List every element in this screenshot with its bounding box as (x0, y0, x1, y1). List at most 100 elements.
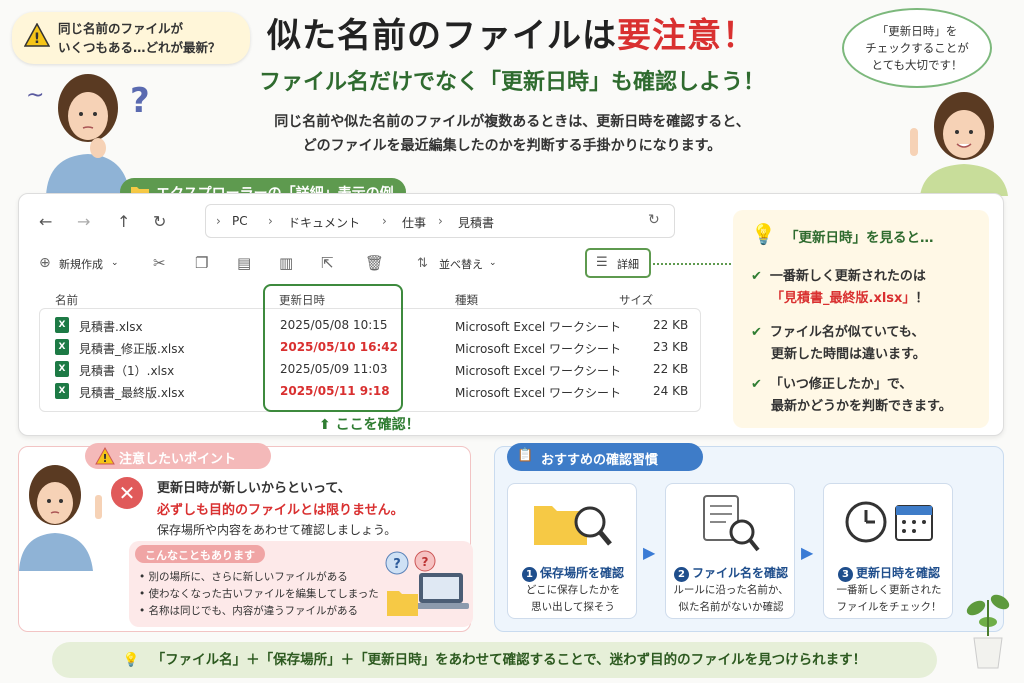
habit-title-text: ファイル名を確認 (691, 566, 788, 580)
example-text: 使わなくなった古いファイルを編集してしまった (148, 588, 379, 600)
copy-icon[interactable]: ❐ (195, 254, 208, 272)
checklist-icon: 📋 (517, 448, 534, 463)
step-number: 2 (673, 567, 689, 582)
excel-file-icon: X (55, 339, 69, 355)
potted-plant-illustration (962, 586, 1014, 670)
info-point-3-line-1: 「いつ修正したか」で、 (769, 377, 913, 392)
up-arrow-icon[interactable]: ↑ (117, 212, 130, 231)
examples-list: • 別の場所に、さらに新しいファイルがある • 使わなくなった古いファイルを編集… (139, 569, 379, 620)
examples-box: こんなこともあります • 別の場所に、さらに新しいファイルがある • 使わなくな… (129, 541, 473, 627)
details-view-button[interactable]: ☰ 詳細 (585, 248, 651, 278)
svg-text:?: ? (422, 555, 429, 569)
habit-desc: 一番新しく更新された ファイルをチェック！ (824, 582, 954, 616)
share-icon[interactable]: ⇱ (321, 254, 334, 272)
new-button[interactable]: 新規作成 (59, 256, 103, 272)
habit-desc-line: ルールに沿った名前か、 (673, 584, 789, 596)
file-type: Microsoft Excel ワークシート (455, 386, 622, 400)
cut-icon[interactable]: ✂ (153, 254, 166, 272)
back-arrow-icon[interactable]: ← (39, 212, 52, 231)
folder-search-icon (532, 496, 614, 552)
info-point-3: ✔ 「いつ修正したか」で、 最新かどうかを判断できます。 (751, 374, 952, 418)
breadcrumb-documents[interactable]: ドキュメント (288, 214, 360, 231)
error-x-icon: ✕ (111, 477, 143, 509)
caution-line-2: 必ずしも目的のファイルとは限りません。 (157, 503, 404, 518)
intro-line-1: 同じ名前や似た名前のファイルが複数あるときは、更新日時を確認すると、 (274, 114, 750, 130)
paste-icon[interactable]: ▤ (237, 254, 251, 272)
step-arrow-icon: ▶ (801, 543, 814, 562)
habit-desc-line: 似た名前がないか確認 (678, 601, 784, 613)
caution-section: ! 注意したいポイント ✕ 更新日時が新しいからといって、 必ずしも目的のファイ… (18, 443, 473, 632)
examples-box-label: こんなこともあります (135, 545, 265, 563)
habits-section: 📋 おすすめの確認習慣 1 保存場所を確認 どこに保存したかを 思い出して探そう ▶… (494, 443, 1004, 632)
file-modified: 2025/05/09 11:03 (280, 362, 388, 376)
dotted-connector (653, 263, 735, 265)
new-chevron-icon[interactable]: ⌄ (111, 258, 119, 268)
caution-label: ! 注意したいポイント (85, 443, 271, 469)
info-point-1-tail: ！ (915, 291, 929, 306)
tip-line-1: 「更新日時」を (876, 24, 958, 38)
caution-label-text: 注意したいポイント (119, 452, 237, 467)
check-icon: ✔ (751, 325, 762, 340)
info-panel-title: 「更新日時」を見ると… (785, 230, 934, 246)
habit-title-text: 保存場所を確認 (539, 566, 624, 580)
habit-desc-line: 一番新しく更新された (836, 584, 942, 596)
tip-line-2: チェックすることが (865, 41, 969, 55)
check-here-callout: ⬆ ここを確認！ (319, 414, 420, 434)
clock-calendar-icon (844, 498, 936, 550)
example-text: 名称は同じでも、内容が違うファイルがある (148, 605, 359, 617)
habit-desc: ルールに沿った名前か、 似た名前がないか確認 (666, 582, 796, 616)
info-point-1-line-1: 一番新しく更新されたのは (769, 269, 926, 284)
footer-tip: 💡 「ファイル名」＋「保存場所」＋「更新日時」をあわせて確認することで、迷わず目的… (52, 642, 937, 678)
refresh-icon[interactable]: ↻ (153, 212, 166, 231)
breadcrumb-work[interactable]: 仕事 (402, 214, 426, 231)
habit-title: 3 更新日時を確認 (824, 564, 954, 582)
svg-text:?: ? (393, 557, 401, 572)
footer-text: 「ファイル名」＋「保存場所」＋「更新日時」をあわせて確認することで、迷わず目的の… (151, 652, 867, 668)
example-text: 別の場所に、さらに新しいファイルがある (148, 571, 348, 583)
file-name: 見積書_最終版.xlsx (79, 386, 185, 400)
list-item: • 名称は同じでも、内容が違うファイルがある (139, 605, 359, 617)
file-size: 23 KB (653, 340, 689, 354)
habit-title: 2 ファイル名を確認 (666, 564, 796, 582)
forward-arrow-icon[interactable]: → (77, 212, 90, 231)
address-bar[interactable]: › PC › ドキュメント › 仕事 › 見積書 ↻ (205, 204, 675, 238)
caution-line-1: 更新日時が新しいからといって、 (157, 481, 351, 496)
address-refresh-icon[interactable]: ↻ (648, 212, 660, 228)
document-search-icon (700, 494, 764, 554)
excel-file-icon: X (55, 361, 69, 377)
info-point-3-line-2: 最新かどうかを判断できます。 (771, 399, 952, 414)
file-size: 22 KB (653, 318, 689, 332)
info-point-2-line-1: ファイル名が似ていても、 (769, 325, 925, 340)
rename-icon[interactable]: ▥ (279, 254, 293, 272)
file-modified: 2025/05/11 9:18 (280, 384, 390, 398)
breadcrumb-estimate[interactable]: 見積書 (458, 214, 494, 231)
file-name: 見積書_修正版.xlsx (79, 342, 185, 356)
intro-text: 同じ名前や似た名前のファイルが複数あるときは、更新日時を確認すると、 どのファイ… (0, 110, 1024, 158)
breadcrumb-pc[interactable]: PC (232, 214, 248, 228)
file-name: 見積書（1）.xlsx (79, 364, 175, 378)
habit-desc-line: ファイルをチェック！ (836, 601, 942, 613)
file-type: Microsoft Excel ワークシート (455, 320, 622, 334)
sort-button[interactable]: 並べ替え (439, 256, 483, 272)
step-number: 3 (837, 567, 853, 582)
col-header-type[interactable]: 種類 (455, 292, 478, 308)
delete-icon[interactable]: 🗑 (365, 254, 384, 272)
check-icon: ✔ (751, 269, 762, 284)
step-number: 1 (521, 567, 537, 582)
pointing-woman-illustration (898, 90, 1018, 196)
col-header-name[interactable]: 名前 (55, 292, 78, 308)
info-point-2-line-2: 更新した時間は違います。 (771, 347, 926, 362)
sort-icon[interactable]: ⇅ (417, 256, 428, 271)
title-part-2: 要注意！ (617, 16, 757, 56)
file-size: 22 KB (653, 362, 689, 376)
habit-title: 1 保存場所を確認 (508, 564, 638, 582)
excel-file-icon: X (55, 317, 69, 333)
check-here-text: ここを確認！ (335, 417, 420, 433)
file-modified: 2025/05/10 16:42 (280, 340, 398, 354)
list-item: • 使わなくなった古いファイルを編集してしまった (139, 588, 379, 600)
file-type: Microsoft Excel ワークシート (455, 342, 622, 356)
new-plus-icon[interactable]: ⊕ (39, 255, 51, 271)
sort-chevron-icon[interactable]: ⌄ (489, 258, 497, 268)
col-header-size[interactable]: サイズ (619, 292, 653, 308)
habits-label: 📋 おすすめの確認習慣 (507, 443, 703, 471)
